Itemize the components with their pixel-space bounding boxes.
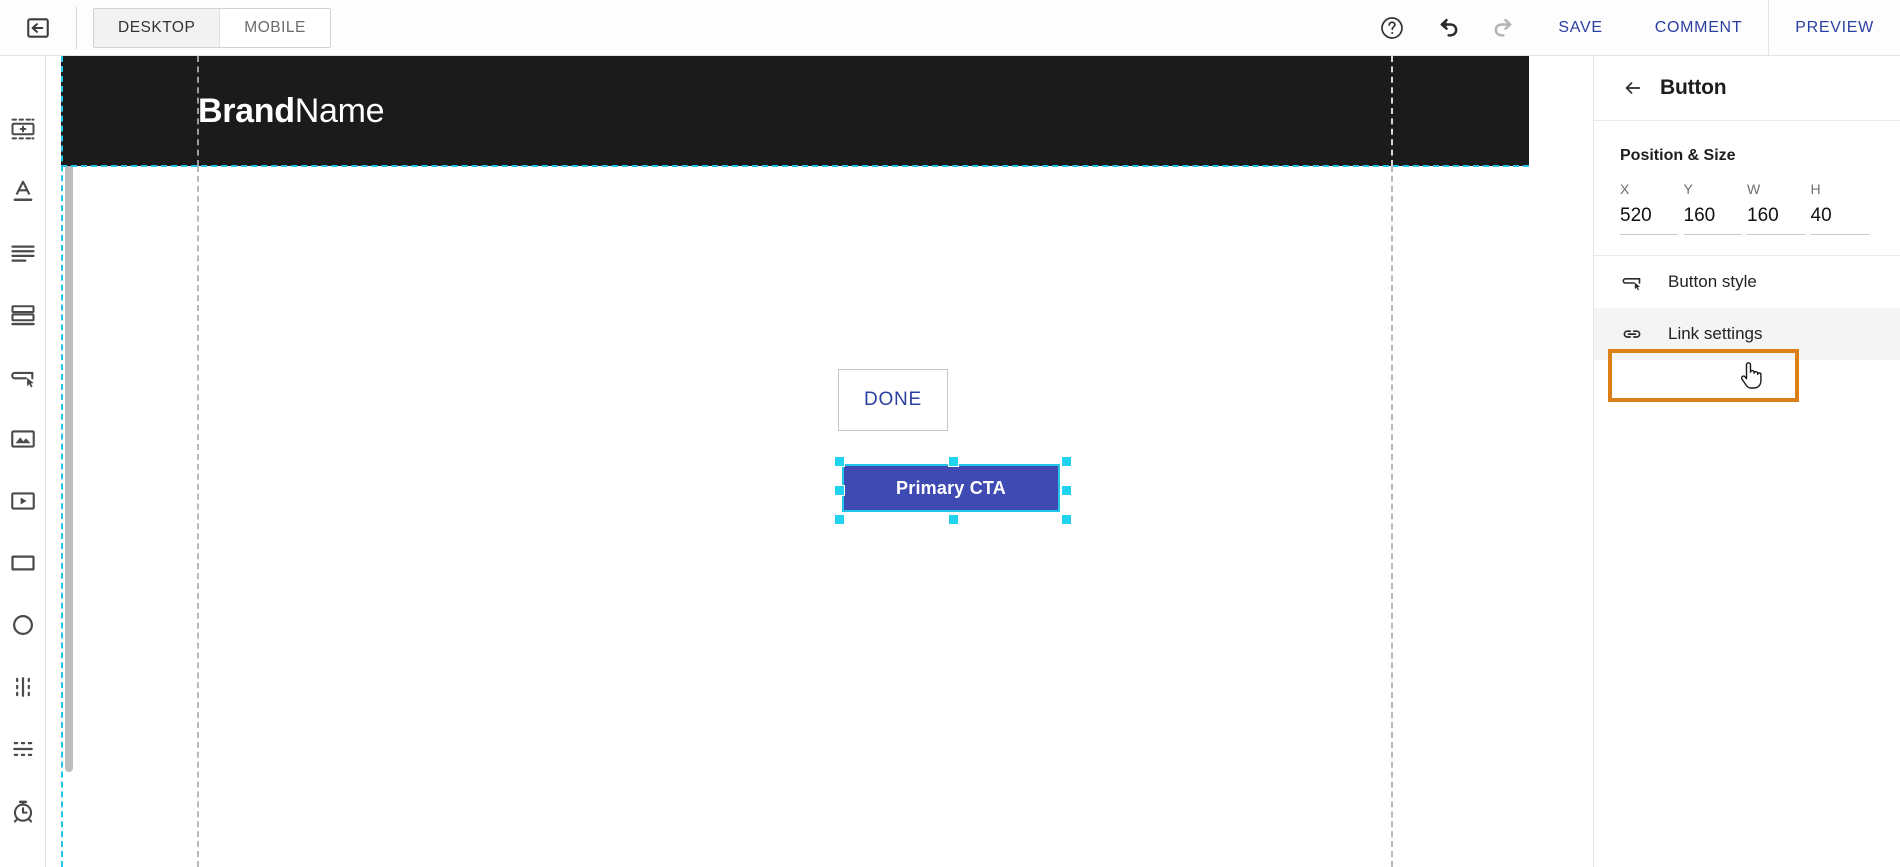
circle-icon	[9, 611, 37, 639]
primary-cta-button[interactable]: Primary CTA	[842, 464, 1060, 512]
field-y-label: Y	[1683, 181, 1693, 197]
tab-desktop[interactable]: DESKTOP	[94, 8, 220, 47]
guide-content-left	[197, 166, 199, 867]
sidebar-item-rectangle[interactable]	[0, 532, 46, 594]
menu-item-link-settings-label: Link settings	[1668, 324, 1763, 343]
help-button[interactable]	[1364, 0, 1420, 56]
tab-desktop-label: DESKTOP	[118, 18, 196, 36]
button-icon	[9, 363, 37, 391]
menu-item-button-style[interactable]: Button style	[1594, 256, 1900, 308]
done-button[interactable]: DONE	[838, 369, 948, 431]
link-icon	[1620, 322, 1644, 346]
redo-icon	[1490, 14, 1518, 42]
brand-light-text: Name	[294, 92, 385, 130]
resize-handle-s[interactable]	[948, 514, 959, 525]
height-input[interactable]	[1810, 205, 1869, 235]
guide-content-left-top	[197, 56, 199, 166]
width-input[interactable]	[1747, 205, 1805, 235]
toolbar-actions: SAVE COMMENT PREVIEW	[1364, 0, 1900, 56]
sidebar-item-horizontal-divider[interactable]	[0, 718, 46, 780]
resize-handle-nw[interactable]	[834, 456, 845, 467]
field-h: H	[1810, 181, 1875, 235]
resize-handle-e[interactable]	[1061, 485, 1072, 496]
help-circle-icon	[1379, 15, 1405, 41]
primary-cta-label: Primary CTA	[896, 477, 1006, 498]
rectangle-icon	[9, 549, 37, 577]
page-preview[interactable]: BrandName DONE Primary CTA	[61, 56, 1592, 867]
undo-button[interactable]	[1420, 0, 1476, 56]
image-icon	[9, 425, 37, 453]
resize-handle-sw[interactable]	[834, 514, 845, 525]
brand-bold-text: Brand	[198, 92, 295, 130]
page-builder-app: DESKTOP MOBILE SAVE COMMENT PREVIEW Bran…	[0, 0, 1900, 867]
toolbar-divider	[76, 6, 77, 49]
canvas-area[interactable]: BrandName DONE Primary CTA	[47, 56, 1592, 867]
site-header-section[interactable]: BrandName	[61, 56, 1529, 166]
panel-title: Button	[1660, 76, 1727, 99]
field-h-label: H	[1810, 181, 1821, 197]
sidebar-item-text[interactable]	[0, 160, 46, 222]
guide-left-cyan	[61, 56, 63, 867]
sidebar-item-image[interactable]	[0, 408, 46, 470]
menu-item-link-settings[interactable]: Link settings	[1594, 308, 1900, 360]
sidebar-item-paragraph[interactable]	[0, 222, 46, 284]
sidebar-item-add-section[interactable]	[0, 98, 46, 160]
resize-handle-n[interactable]	[948, 456, 959, 467]
position-y-input[interactable]	[1683, 205, 1742, 235]
timer-icon	[9, 797, 37, 825]
add-section-icon	[9, 115, 37, 143]
guide-content-right-top	[1391, 56, 1393, 166]
comment-button[interactable]: COMMENT	[1629, 0, 1769, 56]
position-size-fields: X Y W H	[1620, 181, 1874, 235]
brand-logo: BrandName	[198, 92, 385, 131]
field-x-label: X	[1620, 181, 1630, 197]
tab-mobile[interactable]: MOBILE	[219, 8, 330, 47]
field-w-label: W	[1747, 181, 1761, 197]
guide-content-right	[1391, 166, 1393, 867]
top-toolbar: DESKTOP MOBILE SAVE COMMENT PREVIEW	[0, 0, 1900, 56]
sidebar-item-vertical-divider[interactable]	[0, 656, 46, 718]
preview-button-label: PREVIEW	[1795, 18, 1874, 36]
save-button-label: SAVE	[1558, 18, 1603, 36]
position-size-heading: Position & Size	[1620, 147, 1736, 164]
comment-button-label: COMMENT	[1654, 18, 1743, 36]
resize-handle-ne[interactable]	[1061, 456, 1072, 467]
position-x-input[interactable]	[1620, 205, 1678, 235]
divider-horizontal-icon	[9, 735, 37, 763]
undo-icon	[1434, 14, 1462, 42]
left-tool-rail	[0, 56, 46, 867]
tab-mobile-label: MOBILE	[244, 18, 306, 36]
redo-button[interactable]	[1476, 0, 1532, 56]
guide-header-bottom-cyan	[61, 165, 1529, 167]
field-w: W	[1747, 181, 1811, 235]
video-icon	[9, 487, 37, 515]
back-arrow-icon	[25, 15, 51, 41]
divider-vertical-icon	[9, 673, 37, 701]
stacked-blocks-icon	[9, 301, 37, 329]
exit-editor-button[interactable]	[0, 0, 76, 56]
preview-button[interactable]: PREVIEW	[1769, 0, 1900, 56]
sidebar-item-button[interactable]	[0, 346, 46, 408]
save-button[interactable]: SAVE	[1532, 0, 1628, 56]
primary-cta-selection-group[interactable]: Primary CTA	[834, 456, 1072, 525]
resize-handle-se[interactable]	[1061, 514, 1072, 525]
done-button-label: DONE	[863, 389, 923, 410]
sidebar-item-timer[interactable]	[0, 780, 46, 842]
position-size-section: Position & Size X Y W H	[1594, 121, 1900, 256]
sidebar-item-circle[interactable]	[0, 594, 46, 656]
paragraph-icon	[9, 239, 37, 267]
properties-panel: Button Position & Size X Y W H	[1593, 56, 1900, 867]
resize-handle-w[interactable]	[834, 485, 845, 496]
text-icon	[9, 177, 37, 205]
button-style-icon	[1620, 270, 1644, 294]
sidebar-item-blocks[interactable]	[0, 284, 46, 346]
sidebar-item-video[interactable]	[0, 470, 46, 532]
panel-header: Button	[1594, 56, 1900, 121]
field-x: X	[1620, 181, 1684, 235]
viewport-tabs: DESKTOP MOBILE	[93, 7, 331, 48]
field-y: Y	[1683, 181, 1748, 235]
menu-item-button-style-label: Button style	[1668, 272, 1757, 291]
panel-back-button[interactable]	[1622, 77, 1644, 99]
back-arrow-icon	[1622, 77, 1644, 99]
